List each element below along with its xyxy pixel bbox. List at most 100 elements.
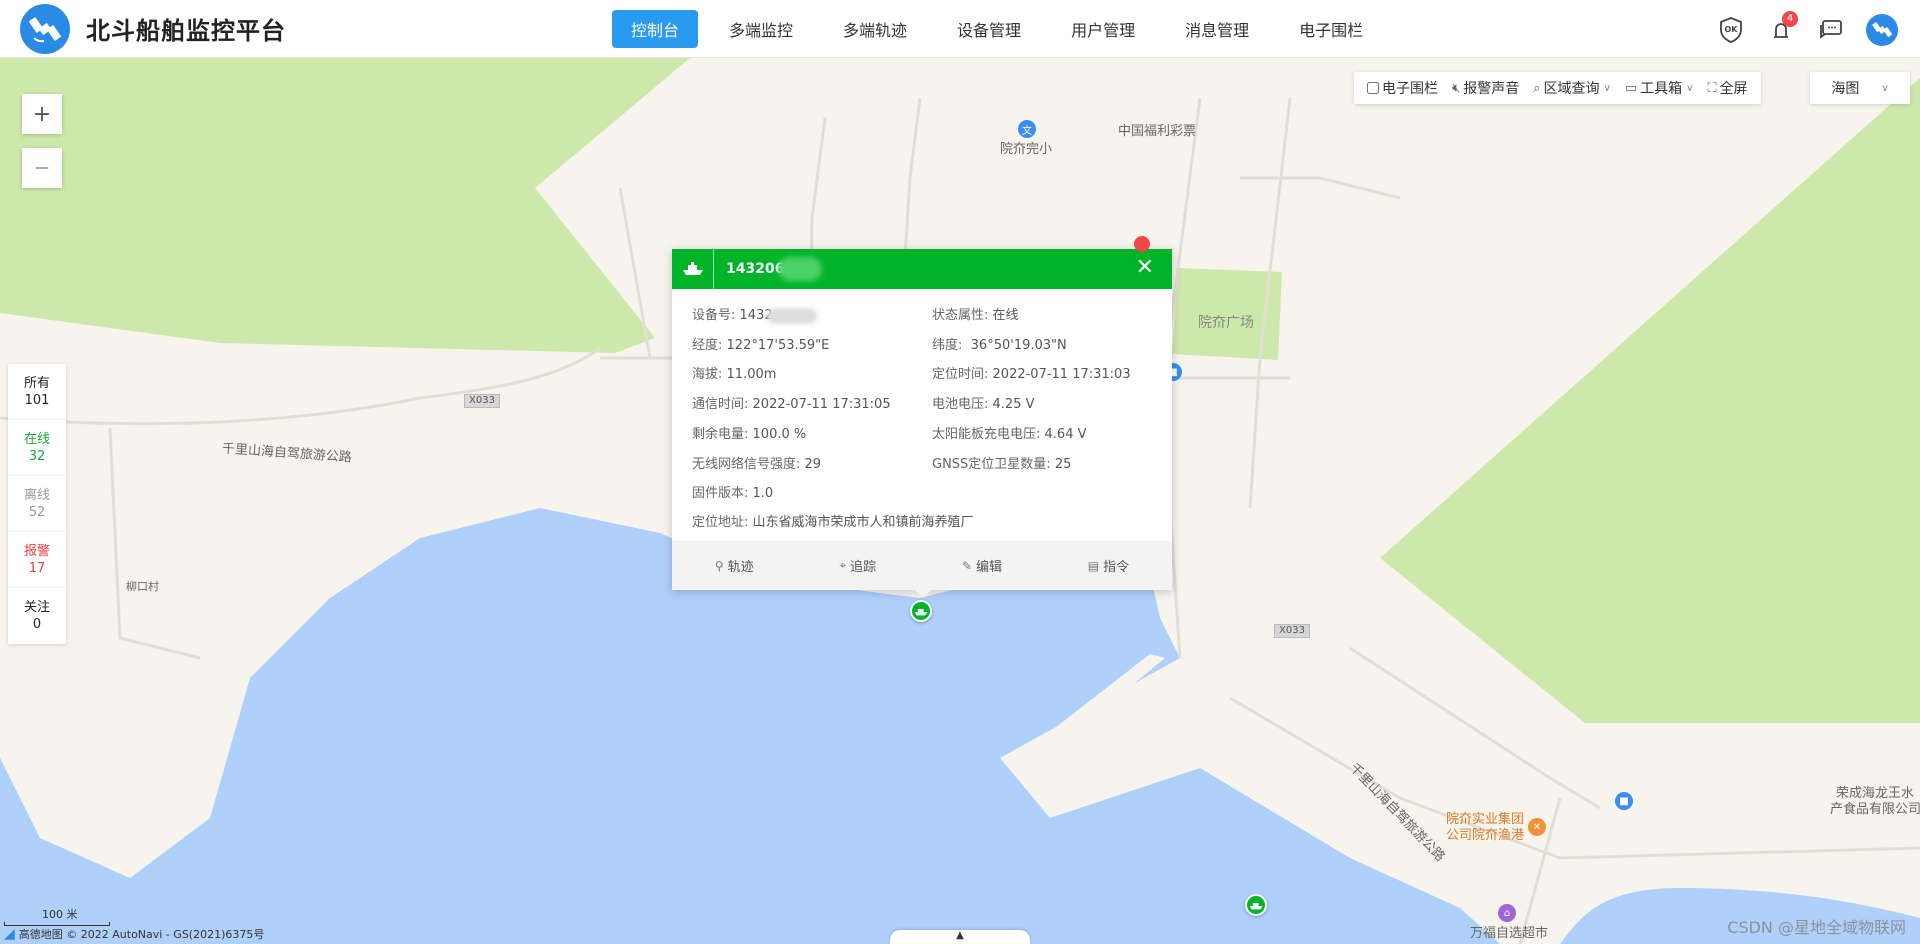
stat-value: 17 (28, 560, 46, 576)
gnss-count-field: GNSS定位卫星数量: 25 (932, 457, 1072, 472)
geofence-label: 电子围栏 (1382, 81, 1438, 97)
map-scale: 100 米 (4, 906, 110, 926)
command-button[interactable]: ▤ 指令 (1088, 556, 1129, 576)
map-layer-value: 海图 (1831, 81, 1860, 97)
mute-speaker-icon: 🔇︎ (1452, 80, 1461, 96)
close-icon[interactable]: ✕ (1136, 257, 1154, 279)
chevron-down-icon: ∨ (1686, 82, 1694, 94)
longitude-field: 经度: 122°17'53.59"E (692, 338, 830, 353)
ship-icon (1249, 902, 1263, 909)
app-title: 北斗船舶监控平台 (86, 17, 286, 45)
map-copyright: ◢ 高德地图 © 2022 AutoNavi - GS(2021)6375号 (4, 926, 265, 942)
device-info-popup: 143206 ✕ 设备号: 1432 状态属性: 在线 经度: 122°17'5… (672, 249, 1172, 590)
alert-poi-icon[interactable] (1134, 236, 1150, 252)
alarm-bell-icon[interactable]: 4 (1766, 11, 1798, 45)
crosshair-icon: ⌖ (839, 558, 847, 572)
ship-marker[interactable] (1245, 894, 1267, 916)
school-poi-icon[interactable]: 文 (1018, 120, 1036, 138)
watermark: CSDN @星地全域物联网 (1727, 918, 1906, 937)
toolbox-dropdown[interactable]: ▭ 工具箱 ∨ (1618, 78, 1701, 98)
stat-all[interactable]: 所有 101 (8, 364, 66, 420)
briefcase-icon: ▭ (1624, 80, 1638, 96)
location-pin-icon: ⚲ (714, 558, 724, 573)
food-poi-icon[interactable]: ✕ (1528, 818, 1546, 836)
battery-voltage-field: 电池电压: 4.25 V (932, 397, 1035, 412)
location-time-field: 定位时间: 2022-07-11 17:31:03 (932, 367, 1131, 382)
chevron-down-icon: ∨ (1603, 82, 1611, 94)
stat-label: 离线 (23, 487, 50, 503)
nav-device-management[interactable]: 设备管理 (938, 10, 1040, 48)
stat-value: 0 (32, 617, 42, 632)
remaining-power-field: 剩余电量: 100.0 % (692, 427, 807, 442)
popup-body: 设备号: 1432 状态属性: 在线 经度: 122°17'53.59"E 纬度… (672, 289, 1172, 539)
stat-label: 报警 (23, 543, 50, 559)
ok-shield-icon[interactable]: OK (1716, 15, 1746, 45)
toolbox-label: 工具箱 (1640, 81, 1683, 97)
alarm-sound-toggle[interactable]: 🔇︎ 报警声音 (1445, 78, 1526, 98)
comm-time-field: 通信时间: 2022-07-11 17:31:05 (692, 397, 891, 412)
track-button[interactable]: ⚲ 轨迹 (714, 556, 754, 576)
nav-message-management[interactable]: 消息管理 (1166, 10, 1268, 48)
popup-device-id: 143206 (726, 261, 785, 277)
chevron-down-icon: ∨ (1881, 82, 1889, 94)
zoom-in-button[interactable]: + (22, 94, 62, 134)
ship-icon (672, 249, 714, 289)
edit-icon: ✎ (961, 558, 972, 573)
stat-value: 32 (28, 448, 46, 464)
app-header: 北斗船舶监控平台 控制台 多端监控 多端轨迹 设备管理 用户管理 消息管理 电子… (0, 0, 1920, 58)
nav-multi-monitor[interactable]: 多端监控 (710, 10, 812, 48)
address-field: 定位地址: 山东省威海市荣成市人和镇前海养殖厂 (692, 515, 974, 530)
poi-label: 柳口村 (126, 580, 159, 593)
stat-label: 关注 (23, 600, 50, 615)
stat-label: 所有 (23, 375, 50, 391)
redacted-mask (778, 257, 823, 281)
bottom-panel-toggle[interactable]: ▲ (890, 930, 1030, 944)
chevron-up-icon: ▲ (956, 930, 964, 941)
region-query-dropdown[interactable]: ⌕ 区域查询 ∨ (1526, 78, 1618, 98)
stat-offline[interactable]: 离线 52 (8, 476, 66, 532)
popup-actions: ⚲ 轨迹 ⌖ 追踪 ✎ 编辑 ▤ 指令 (672, 541, 1172, 590)
device-stats-panel: 所有 101 在线 32 离线 52 报警 17 关注 0 (8, 364, 66, 644)
map-toolbar: 电子围栏 🔇︎ 报警声音 ⌕ 区域查询 ∨ ▭ 工具箱 ∨ ⛶ 全屏 (1354, 72, 1761, 104)
stat-value: 52 (28, 504, 46, 520)
map-canvas[interactable]: 千里山海自驾旅游公路 千里山海自驾旅游公路 X033 X033 文 院夼完小 中… (0, 58, 1920, 944)
ship-icon (914, 608, 928, 615)
user-avatar-icon[interactable] (1866, 14, 1898, 46)
poi-label: 中国福利彩票 (1118, 124, 1197, 139)
ok-label: OK (1724, 25, 1738, 34)
bus-stop-icon[interactable]: ■ (1615, 792, 1633, 810)
poi-label: 公司院夼渔港 (1446, 828, 1525, 843)
nav-console[interactable]: 控制台 (612, 10, 699, 48)
fullscreen-button[interactable]: ⛶ 全屏 (1700, 78, 1754, 98)
poi-label: 产食品有限公司 (1830, 802, 1920, 817)
shop-poi-icon[interactable]: ⌂ (1498, 904, 1516, 922)
satellite-logo-icon (20, 3, 70, 54)
poi-label: 院夼完小 (1000, 142, 1053, 157)
fullscreen-icon: ⛶ (1707, 80, 1717, 96)
zoom-out-button[interactable]: — (22, 148, 62, 188)
fullscreen-label: 全屏 (1719, 81, 1748, 97)
main-nav: 控制台 多端监控 多端轨迹 设备管理 用户管理 消息管理 电子围栏 (612, 10, 1394, 48)
stat-value: 101 (24, 392, 50, 408)
stat-label: 在线 (23, 431, 50, 447)
nav-user-management[interactable]: 用户管理 (1052, 10, 1154, 48)
region-query-label: 区域查询 (1543, 81, 1600, 97)
geofence-checkbox[interactable] (1367, 82, 1379, 94)
stat-alarm[interactable]: 报警 17 (8, 532, 66, 588)
message-icon[interactable] (1816, 15, 1846, 45)
nav-geofence[interactable]: 电子围栏 (1280, 10, 1382, 48)
ship-marker[interactable] (910, 600, 932, 622)
map-layer-select[interactable]: 海图 ∨ (1810, 72, 1910, 104)
road-tag: X033 (464, 394, 500, 408)
geofence-toggle[interactable]: 电子围栏 (1360, 78, 1445, 98)
follow-button[interactable]: ⌖ 追踪 (839, 556, 876, 575)
stat-followed[interactable]: 关注 0 (8, 588, 66, 644)
poi-label: 万福自选超市 (1470, 926, 1549, 941)
edit-button[interactable]: ✎ 编辑 (961, 556, 1002, 576)
status-field: 状态属性: 在线 (932, 308, 1019, 323)
nav-multi-track[interactable]: 多端轨迹 (824, 10, 926, 48)
popup-header: 143206 ✕ (672, 249, 1172, 289)
device-number-field: 设备号: 1432 (692, 304, 817, 324)
header-icons: OK 4 (1696, 11, 1898, 46)
stat-online[interactable]: 在线 32 (8, 420, 66, 476)
